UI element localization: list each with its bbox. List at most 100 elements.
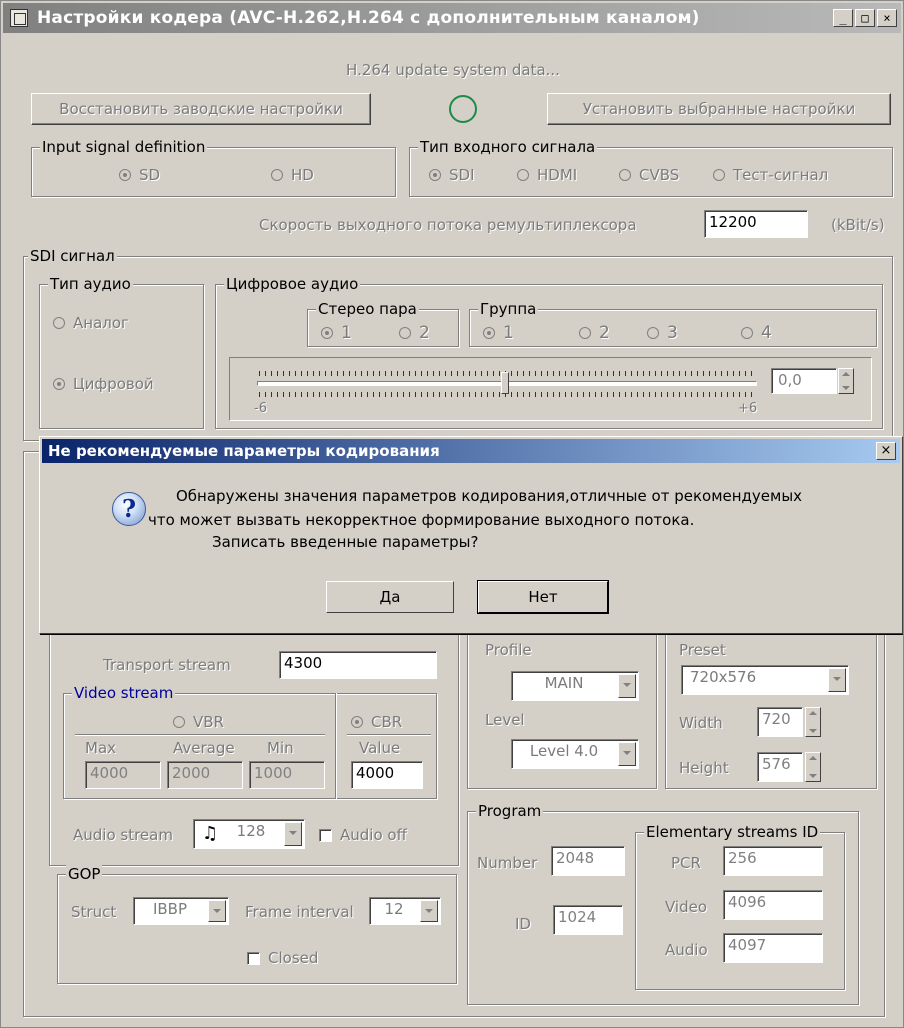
- close-button[interactable]: ×: [877, 9, 897, 27]
- width-spinner[interactable]: [805, 707, 821, 737]
- chevron-down-icon[interactable]: [420, 900, 438, 922]
- restore-defaults-button[interactable]: Восстановить заводские настройки: [31, 93, 371, 125]
- video-pid-input[interactable]: 4096: [723, 890, 823, 920]
- min-input[interactable]: 1000: [249, 761, 325, 789]
- audio-off-checkbox[interactable]: Audio off: [319, 826, 407, 844]
- gop-struct-value: IBBP: [152, 900, 188, 918]
- audio-pid-input[interactable]: 4097: [723, 933, 823, 963]
- window-title: Настройки кодера (AVC-H.262,H.264 с допо…: [37, 8, 700, 28]
- dialog-close-button[interactable]: ×: [876, 442, 896, 460]
- radio-cbr[interactable]: CBR: [351, 713, 402, 731]
- program-id-input[interactable]: 1024: [553, 905, 623, 935]
- chevron-down-icon[interactable]: [618, 674, 636, 698]
- dialog-message-line2: что может вызвать некорректное формирова…: [148, 511, 695, 529]
- program-id-label: ID: [515, 915, 531, 933]
- sdi-signal-caption: SDI сигнал: [28, 247, 117, 265]
- app-icon: [10, 9, 28, 27]
- radio-audio-analog[interactable]: Аналог: [53, 314, 129, 332]
- radio-dot: [119, 169, 131, 181]
- remux-speed-input[interactable]: 12200: [704, 210, 808, 238]
- chevron-down-icon[interactable]: [618, 742, 636, 766]
- remux-unit-label: (kBit/s): [831, 216, 885, 234]
- radio-stereo-pair-1[interactable]: 1: [321, 323, 352, 343]
- dialog-title: Не рекомендуемые параметры кодирования: [48, 442, 440, 460]
- width-label: Width: [679, 714, 723, 732]
- cbr-separator: [347, 734, 431, 736]
- radio-vbr-label: VBR: [193, 713, 224, 731]
- audio-level-slider-thumb[interactable]: [501, 372, 509, 394]
- radio-group-1[interactable]: 1: [483, 323, 514, 343]
- level-select[interactable]: Level 4.0: [511, 739, 639, 769]
- frame-interval-label: Frame interval: [245, 903, 354, 921]
- radio-vbr[interactable]: VBR: [173, 713, 224, 731]
- radio-test-signal[interactable]: Тест-сигнал: [713, 166, 828, 184]
- radio-dot: [53, 317, 65, 329]
- width-input[interactable]: 720: [757, 707, 803, 737]
- transport-stream-label: Transport stream: [103, 656, 231, 674]
- radio-hd[interactable]: HD: [271, 166, 314, 184]
- radio-cvbs[interactable]: CVBS: [619, 166, 679, 184]
- average-input[interactable]: 2000: [167, 761, 243, 789]
- apply-settings-button[interactable]: Установить выбранные настройки: [547, 93, 891, 125]
- radio-test-signal-label: Тест-сигнал: [733, 166, 829, 184]
- dialog-yes-button[interactable]: Да: [326, 581, 454, 613]
- gop-struct-label: Struct: [71, 903, 117, 921]
- radio-sd[interactable]: SD: [119, 166, 160, 184]
- preset-select[interactable]: 720x576: [681, 665, 849, 695]
- value-input[interactable]: 4000: [351, 761, 423, 789]
- radio-audio-digital-label: Цифровой: [73, 375, 154, 393]
- radio-hdmi[interactable]: HDMI: [517, 166, 577, 184]
- radio-stereo-pair-2[interactable]: 2: [399, 323, 430, 343]
- radio-cvbs-label: CVBS: [639, 166, 680, 184]
- chevron-down-icon[interactable]: [828, 668, 846, 692]
- radio-dot: [517, 169, 529, 181]
- radio-audio-digital[interactable]: Цифровой: [53, 375, 154, 393]
- radio-hdmi-label: HDMI: [537, 166, 578, 184]
- height-spinner[interactable]: [805, 752, 821, 782]
- encoder-settings-window: Настройки кодера (AVC-H.262,H.264 с допо…: [0, 0, 904, 1028]
- audio-level-spinner[interactable]: [838, 368, 854, 394]
- max-label: Max: [85, 739, 117, 757]
- audio-off-label: Audio off: [340, 826, 407, 844]
- dialog-title-bar[interactable]: Не рекомендуемые параметры кодирования ×: [42, 439, 900, 463]
- gop-closed-checkbox[interactable]: Closed: [247, 949, 318, 967]
- video-stream-caption: Video stream: [72, 684, 176, 702]
- frame-interval-select[interactable]: 12: [369, 897, 441, 925]
- max-input[interactable]: 4000: [85, 761, 161, 789]
- average-label: Average: [173, 739, 235, 757]
- profile-select[interactable]: MAIN: [511, 671, 639, 701]
- pcr-input[interactable]: 256: [723, 846, 823, 876]
- radio-stereo-pair-1-label: 1: [341, 323, 352, 343]
- audio-level-input[interactable]: 0,0: [771, 368, 837, 394]
- gop-struct-select[interactable]: IBBP: [133, 897, 229, 925]
- chevron-down-icon[interactable]: [284, 822, 302, 846]
- height-input[interactable]: 576: [757, 752, 803, 782]
- height-label: Height: [679, 759, 729, 777]
- status-text: H.264 update system data...: [346, 61, 560, 79]
- program-number-input[interactable]: 2048: [551, 846, 625, 876]
- radio-group-4-label: 4: [761, 323, 772, 343]
- radio-dot: [53, 378, 65, 390]
- input-signal-definition-group: Input signal definition: [31, 138, 396, 197]
- maximize-button[interactable]: □: [855, 9, 875, 27]
- title-bar[interactable]: Настройки кодера (AVC-H.262,H.264 с допо…: [3, 3, 901, 33]
- radio-group-4[interactable]: 4: [741, 323, 772, 343]
- radio-dot: [429, 169, 441, 181]
- minimize-button[interactable]: _: [833, 9, 853, 27]
- profile-value: MAIN: [544, 674, 584, 692]
- radio-dot: [483, 327, 495, 339]
- digital-audio-caption: Цифровое аудио: [224, 275, 361, 293]
- pcr-label: PCR: [671, 854, 701, 872]
- radio-group-2[interactable]: 2: [579, 323, 610, 343]
- dialog-no-button[interactable]: Нет: [477, 580, 609, 614]
- gop-closed-label: Closed: [268, 949, 319, 967]
- slider-min-label: -6: [254, 401, 267, 416]
- radio-sdi[interactable]: SDI: [429, 166, 475, 184]
- transport-stream-input[interactable]: 4300: [279, 651, 437, 679]
- chevron-down-icon[interactable]: [208, 900, 226, 922]
- radio-group-3[interactable]: 3: [647, 323, 678, 343]
- radio-cbr-label: CBR: [371, 713, 403, 731]
- audio-stream-select[interactable]: ♫ 128: [193, 819, 305, 849]
- gop-group: GOP: [57, 865, 457, 984]
- remux-speed-label: Скорость выходного потока ремультиплексо…: [259, 216, 637, 234]
